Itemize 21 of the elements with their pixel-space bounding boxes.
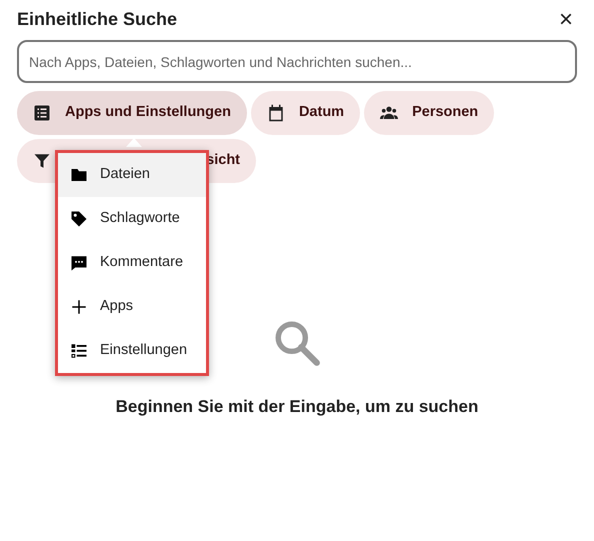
close-button[interactable]: × — [554, 8, 577, 32]
plus-icon — [70, 298, 88, 316]
funnel-icon — [33, 152, 51, 170]
dialog-title: Einheitliche Suche — [17, 9, 178, 31]
menu-item[interactable]: Dateien — [58, 153, 206, 197]
calendar-icon — [266, 104, 285, 122]
list-icon — [70, 342, 88, 360]
filter-chip[interactable]: Apps und Einstellungen — [17, 91, 247, 135]
filter-chip[interactable]: Personen — [364, 91, 494, 135]
menu-item[interactable]: Apps — [58, 285, 206, 329]
people-icon — [380, 104, 398, 122]
empty-state-message: Beginnen Sie mit der Eingabe, um zu suchen — [116, 396, 478, 418]
menu-item[interactable]: Schlagworte — [58, 197, 206, 241]
menu-item[interactable]: Kommentare — [58, 241, 206, 285]
apps-list-icon — [33, 104, 51, 122]
tag-icon — [70, 210, 88, 228]
filter-chip[interactable]: Datum — [250, 91, 360, 135]
folder-icon — [70, 166, 88, 184]
search-field[interactable]: Nach Apps, Dateien, Schlagworten und Nachrichten suchen... — [17, 40, 577, 83]
menu-item[interactable]: Einstellungen — [58, 329, 206, 373]
comment-icon — [70, 254, 88, 272]
